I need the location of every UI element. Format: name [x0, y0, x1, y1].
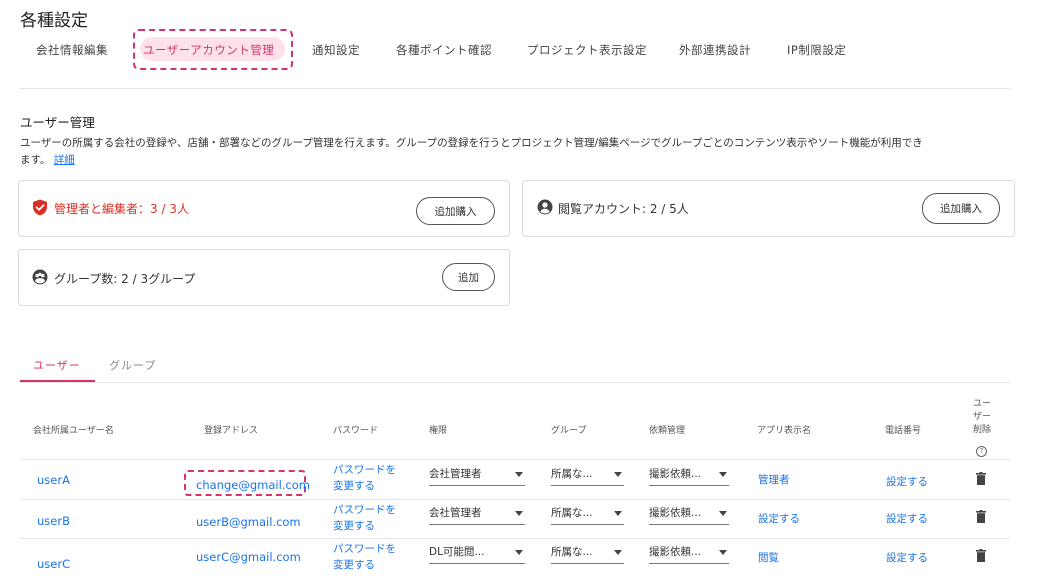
app-name-link[interactable]: 設定する — [758, 511, 800, 526]
trash-icon[interactable] — [976, 549, 986, 562]
phone-set-link[interactable]: 設定する — [886, 550, 928, 565]
header-row-divider — [20, 459, 1010, 460]
header-password: パスワード — [333, 426, 379, 436]
email-link[interactable]: change@gmail.com — [196, 478, 310, 492]
role-select-value: 会社管理者 — [429, 468, 482, 480]
request-select[interactable]: 撮影依頼... — [649, 544, 729, 564]
tab-notifications[interactable]: 通知設定 — [312, 42, 360, 58]
header-email: 登録アドレス — [204, 426, 259, 436]
change-password-line1: パスワードを — [333, 504, 396, 516]
header-delete-line3: 削除 — [972, 425, 991, 435]
change-password-line2: 変更する — [333, 520, 375, 532]
app-name-link[interactable]: 閲覧 — [758, 550, 779, 565]
buy-more-admins-button[interactable]: 追加購入 — [416, 197, 495, 225]
user-name-link[interactable]: userB — [37, 514, 70, 528]
email-link[interactable]: userB@gmail.com — [196, 515, 301, 529]
admin-quota-label: 管理者と編集者：3 / 3人 — [54, 202, 189, 216]
caret-down-icon — [614, 550, 622, 555]
role-select[interactable]: DL可能閲... — [429, 544, 525, 564]
caret-down-icon — [614, 511, 622, 516]
header-delete: ユー ザー 削除 — [972, 398, 992, 437]
email-link[interactable]: userC@gmail.com — [196, 550, 301, 564]
user-name-link[interactable]: userA — [37, 473, 70, 487]
header-delete-line1: ユー — [972, 399, 991, 409]
group-select-value: 所属な... — [551, 507, 593, 519]
caret-down-icon — [515, 511, 523, 516]
role-select-value: DL可能閲... — [429, 546, 485, 558]
tab-user-accounts[interactable]: ユーザーアカウント管理 — [143, 42, 274, 58]
tab-company-info[interactable]: 会社情報編集 — [36, 42, 108, 58]
header-request: 依頼管理 — [649, 426, 686, 436]
buy-more-viewers-button[interactable]: 追加購入 — [922, 193, 1000, 224]
group-select[interactable]: 所属な... — [551, 544, 624, 564]
viewer-quota-label: 閲覧アカウント: 2 / 5人 — [558, 202, 689, 216]
caret-down-icon — [719, 511, 727, 516]
role-select[interactable]: 会社管理者 — [429, 505, 525, 525]
subtab-users[interactable]: ユーザー — [33, 357, 81, 373]
header-delete-line2: ザー — [972, 412, 991, 422]
change-password-link[interactable]: パスワードを 変更する — [333, 462, 396, 494]
trash-icon[interactable] — [976, 510, 986, 523]
subtab-groups[interactable]: グループ — [109, 357, 156, 373]
change-password-line2: 変更する — [333, 559, 375, 571]
app-name-link[interactable]: 管理者 — [758, 472, 790, 487]
request-select-value: 撮影依頼... — [649, 507, 702, 519]
request-select-value: 撮影依頼... — [649, 468, 702, 480]
row-divider — [20, 499, 1010, 500]
detail-link[interactable]: 詳細 — [54, 154, 75, 166]
shield-check-icon — [33, 199, 47, 216]
section-description: ユーザーの所属する会社の登録や、店舗・部署などのグループ管理を行えます。グループ… — [20, 135, 1020, 169]
section-title: ユーザー管理 — [20, 115, 95, 130]
header-app-name: アプリ表示名 — [757, 426, 812, 436]
caret-down-icon — [515, 550, 523, 555]
help-icon[interactable]: ? — [976, 446, 987, 457]
change-password-link[interactable]: パスワードを 変更する — [333, 502, 396, 534]
caret-down-icon — [719, 550, 727, 555]
account-circle-icon — [537, 199, 553, 215]
change-password-line1: パスワードを — [333, 543, 396, 555]
phone-set-link[interactable]: 設定する — [886, 511, 928, 526]
request-select[interactable]: 撮影依頼... — [649, 466, 729, 486]
caret-down-icon — [515, 472, 523, 477]
tab-project-display[interactable]: プロジェクト表示設定 — [527, 42, 647, 58]
caret-down-icon — [719, 472, 727, 477]
subtab-divider — [20, 382, 1010, 383]
group-quota-label: グループ数: 2 / 3グループ — [54, 272, 196, 286]
add-group-button[interactable]: 追加 — [442, 263, 495, 291]
caret-down-icon — [614, 472, 622, 477]
description-text-cont: ます。 — [20, 154, 51, 166]
group-icon — [32, 269, 48, 285]
header-divider — [20, 88, 1010, 89]
user-name-link[interactable]: userC — [37, 557, 70, 571]
header-group: グループ — [551, 426, 587, 436]
header-phone: 電話番号 — [885, 426, 922, 436]
request-select[interactable]: 撮影依頼... — [649, 505, 729, 525]
row-divider — [20, 538, 1010, 539]
role-select-value: 会社管理者 — [429, 507, 482, 519]
page-title: 各種設定 — [20, 11, 88, 31]
description-text: ユーザーの所属する会社の登録や、店舗・部署などのグループ管理を行えます。グループ… — [20, 137, 923, 149]
group-select[interactable]: 所属な... — [551, 466, 624, 486]
tab-points[interactable]: 各種ポイント確認 — [396, 42, 492, 58]
tab-external-integration[interactable]: 外部連携設計 — [679, 42, 751, 58]
phone-set-link[interactable]: 設定する — [886, 474, 928, 489]
group-select-value: 所属な... — [551, 546, 593, 558]
role-select[interactable]: 会社管理者 — [429, 466, 525, 486]
request-select-value: 撮影依頼... — [649, 546, 702, 558]
header-name: 会社所属ユーザー名 — [33, 426, 114, 436]
group-select-value: 所属な... — [551, 468, 593, 480]
change-password-link[interactable]: パスワードを 変更する — [333, 541, 396, 573]
header-role: 権限 — [429, 426, 448, 436]
tab-ip-restriction[interactable]: IP制限設定 — [787, 42, 846, 58]
change-password-line2: 変更する — [333, 480, 375, 492]
group-select[interactable]: 所属な... — [551, 505, 624, 525]
trash-icon[interactable] — [976, 472, 986, 485]
change-password-line1: パスワードを — [333, 464, 396, 476]
